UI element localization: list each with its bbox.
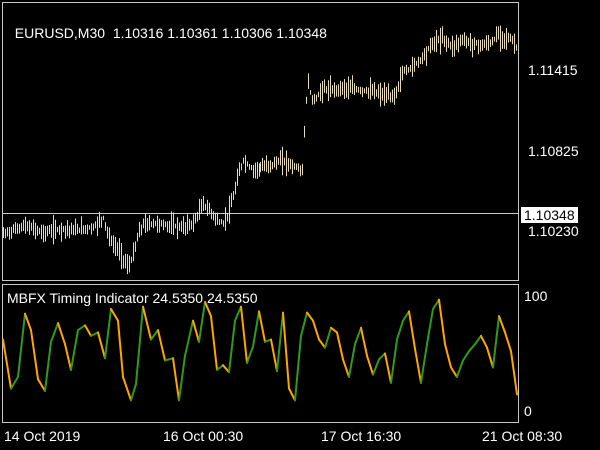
oscillator-segment-down [444,343,452,369]
oscillator-segment-up [468,343,476,353]
oscillator-segment-down [366,354,374,376]
indicator-tick-0: 0 [524,403,532,419]
oscillator-segment-up [228,319,236,374]
oscillator-segment-down [117,319,124,378]
oscillator-segment-down [306,311,314,322]
oscillator-segment-up [402,310,410,322]
oscillator-segment-down [258,310,266,343]
oscillator-segment-down [330,326,338,334]
oscillator-segment-up [420,343,428,384]
oscillator-segment-down [480,334,488,349]
oscillator-segment-up [372,358,380,376]
oscillator-segment-down [240,305,248,364]
oscillator-segment-up [104,308,112,360]
oscillator-segment-down [318,338,326,349]
main-plot-frame [2,2,519,281]
oscillator-line [2,298,518,402]
oscillator-segment-up [50,322,59,343]
time-tick-2: 16 Oct 00:30 [163,428,244,444]
oscillator-segment-down [64,343,72,371]
oscillator-segment-up [474,334,482,346]
price-tick-2: 1.10825 [528,143,579,159]
symbol-label: EURUSD,M30 1.10316 1.10361 1.10306 1.103… [7,9,327,41]
oscillator-segment-down [30,329,39,381]
oscillator-segment-down [498,315,506,334]
time-tick-1: 14 Oct 2019 [4,428,81,444]
oscillator-segment-down [486,346,494,369]
oscillator-segment-down [342,358,350,378]
oscillator-segment-up [294,334,302,402]
oscillator-segment-down [57,322,66,346]
oscillator-segment-down [2,338,12,390]
oscillator-segment-down [414,347,422,384]
time-tick-3: 17 Oct 16:30 [321,428,402,444]
oscillator-segment-up [390,338,398,384]
oscillator-segment-down [450,366,458,378]
ohlc-text: 1.10316 1.10361 1.10306 1.10348 [112,25,327,41]
price-tick-1: 1.11415 [528,62,578,78]
oscillator-segment-up [216,364,224,371]
oscillator-segment-down [282,311,290,390]
oscillator-segment-up [348,343,356,378]
oscillator-segment-down [510,350,518,396]
oscillator-segment-up [44,340,52,392]
oscillator-segment-down [122,375,132,402]
oscillator-segment-down [110,308,119,322]
oscillator-segment-up [324,326,332,349]
price-bars [3,25,517,275]
oscillator-segment-up [10,375,19,390]
oscillator-segment-up [462,350,470,362]
oscillator-segment-down [37,378,46,392]
time-tick-4: 21 Oct 08:30 [482,428,563,444]
oscillator-segment-down [157,329,166,362]
price-tick-3: 1.10230 [528,223,579,239]
oscillator-segment-down [360,326,368,357]
oscillator-segment-up [17,312,26,378]
oscillator-segment-up [150,329,159,341]
oscillator-segment-down [192,319,200,343]
oscillator-segment-down [438,298,446,346]
oscillator-segment-up [135,305,144,385]
oscillator-segment-up [90,331,99,337]
oscillator-segment-down [312,319,320,341]
oscillator-segment-up [426,308,434,346]
oscillator-segment-up [246,345,254,364]
oscillator-segment-down [142,305,152,341]
oscillator-segment-down [270,338,278,373]
oscillator-segment-down [504,331,512,353]
oscillator-segment-up [130,382,137,402]
oscillator-segment-up [378,352,386,361]
oscillator-segment-up [276,311,284,373]
oscillator-segment-down [24,312,32,332]
oscillator-segment-down [336,331,344,361]
oscillator-segment-up [234,305,242,322]
oscillator-segment-down [384,352,392,384]
oscillator-segment-up [164,357,174,362]
oscillator-segment-up [456,359,464,378]
oscillator-segment-down [408,310,416,350]
oscillator-segment-down [84,324,92,337]
indicator-tick-100: 100 [524,288,548,304]
indicator-title: MBFX Timing Indicator 24.5350 24.5350 [7,290,258,306]
oscillator-segment-up [77,324,86,332]
oscillator-segment-up [354,326,362,346]
symbol-text: EURUSD,M30 [14,25,106,41]
oscillator-segment-up [300,311,308,337]
oscillator-segment-up [198,301,206,343]
oscillator-segment-down [222,364,230,374]
current-price-box: 1.10348 [521,207,578,223]
oscillator-segment-down [288,387,296,402]
oscillator-segment-down [210,315,218,371]
oscillator-segment-up [432,298,440,310]
chart-canvas [2,2,519,423]
oscillator-segment-up [178,354,186,402]
oscillator-segment-up [396,319,404,341]
oscillator-segment-up [70,329,79,371]
oscillator-segment-down [97,331,106,360]
oscillator-segment-up [184,319,194,357]
oscillator-segment-down [172,357,180,402]
oscillator-segment-up [252,310,260,348]
oscillator-segment-up [492,315,500,369]
